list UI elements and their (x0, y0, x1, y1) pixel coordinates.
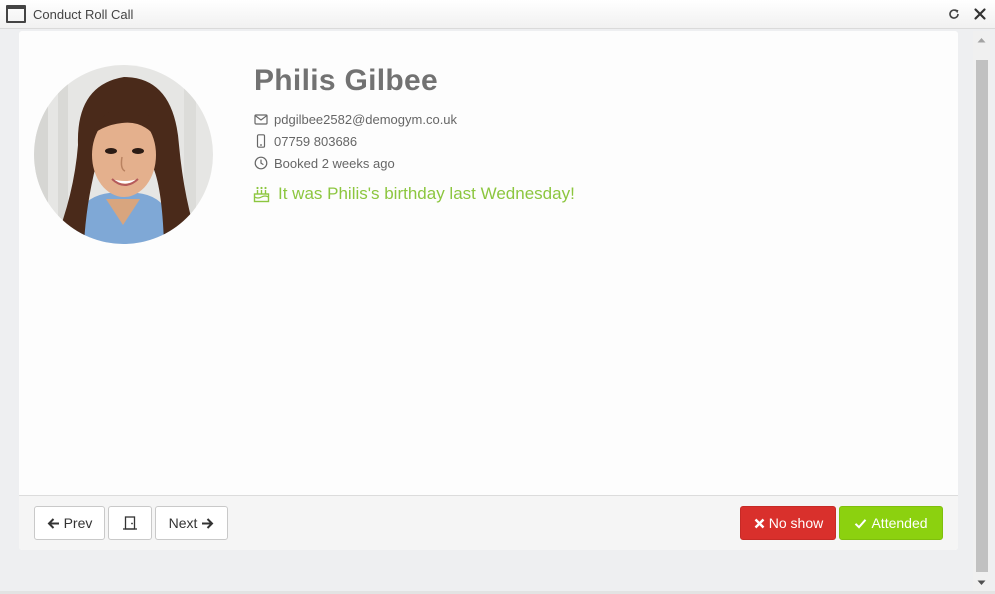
vertical-scrollbar[interactable] (973, 31, 990, 591)
refresh-button[interactable] (946, 6, 962, 22)
window-titlebar: Conduct Roll Call (0, 0, 995, 29)
member-email: pdgilbee2582@demogym.co.uk (274, 111, 458, 127)
arrow-right-icon (202, 517, 214, 529)
scroll-up-button[interactable] (973, 31, 990, 48)
member-phone: 07759 803686 (274, 133, 358, 149)
door-exit-icon (123, 516, 137, 530)
member-booked-row: Booked 2 weeks ago (254, 154, 395, 172)
close-button[interactable] (972, 6, 988, 22)
no-show-button[interactable]: No show (740, 506, 836, 540)
close-icon (974, 8, 986, 20)
member-photo-image (34, 65, 213, 244)
check-icon (855, 518, 867, 529)
attended-label: Attended (871, 515, 928, 531)
attended-button[interactable]: Attended (839, 506, 943, 540)
birthday-cake-icon (253, 186, 270, 203)
member-name: Philis Gilbee (254, 64, 438, 97)
window-title: Conduct Roll Call (33, 7, 134, 22)
member-email-row: pdgilbee2582@demogym.co.uk (254, 110, 457, 128)
member-booked: Booked 2 weeks ago (274, 155, 395, 171)
window-icon (6, 5, 26, 23)
envelope-icon (254, 114, 268, 125)
birthday-text: It was Philis's birthday last Wednesday! (278, 184, 575, 203)
member-phone-row: 07759 803686 (254, 132, 357, 150)
scroll-down-button[interactable] (973, 574, 990, 591)
times-icon (754, 518, 765, 528)
next-label: Next (168, 515, 198, 531)
door-exit-button[interactable] (108, 506, 152, 540)
clock-icon (254, 156, 268, 170)
no-show-label: No show (768, 515, 824, 531)
scroll-down-icon (977, 580, 986, 585)
member-card: Philis Gilbee pdgilbee2582@demogym.co.uk… (19, 31, 958, 550)
scrollbar-thumb[interactable] (976, 60, 988, 572)
prev-button[interactable]: Prev (34, 506, 105, 540)
refresh-icon (949, 9, 959, 19)
scroll-up-icon (977, 37, 986, 42)
next-button[interactable]: Next (155, 506, 228, 540)
birthday-message: It was Philis's birthday last Wednesday! (253, 184, 575, 204)
arrow-left-icon (47, 517, 59, 529)
mobile-phone-icon (256, 134, 266, 148)
member-photo (34, 65, 213, 244)
prev-label: Prev (63, 515, 93, 531)
roll-call-footer: Prev Next No show Attended (19, 495, 958, 550)
